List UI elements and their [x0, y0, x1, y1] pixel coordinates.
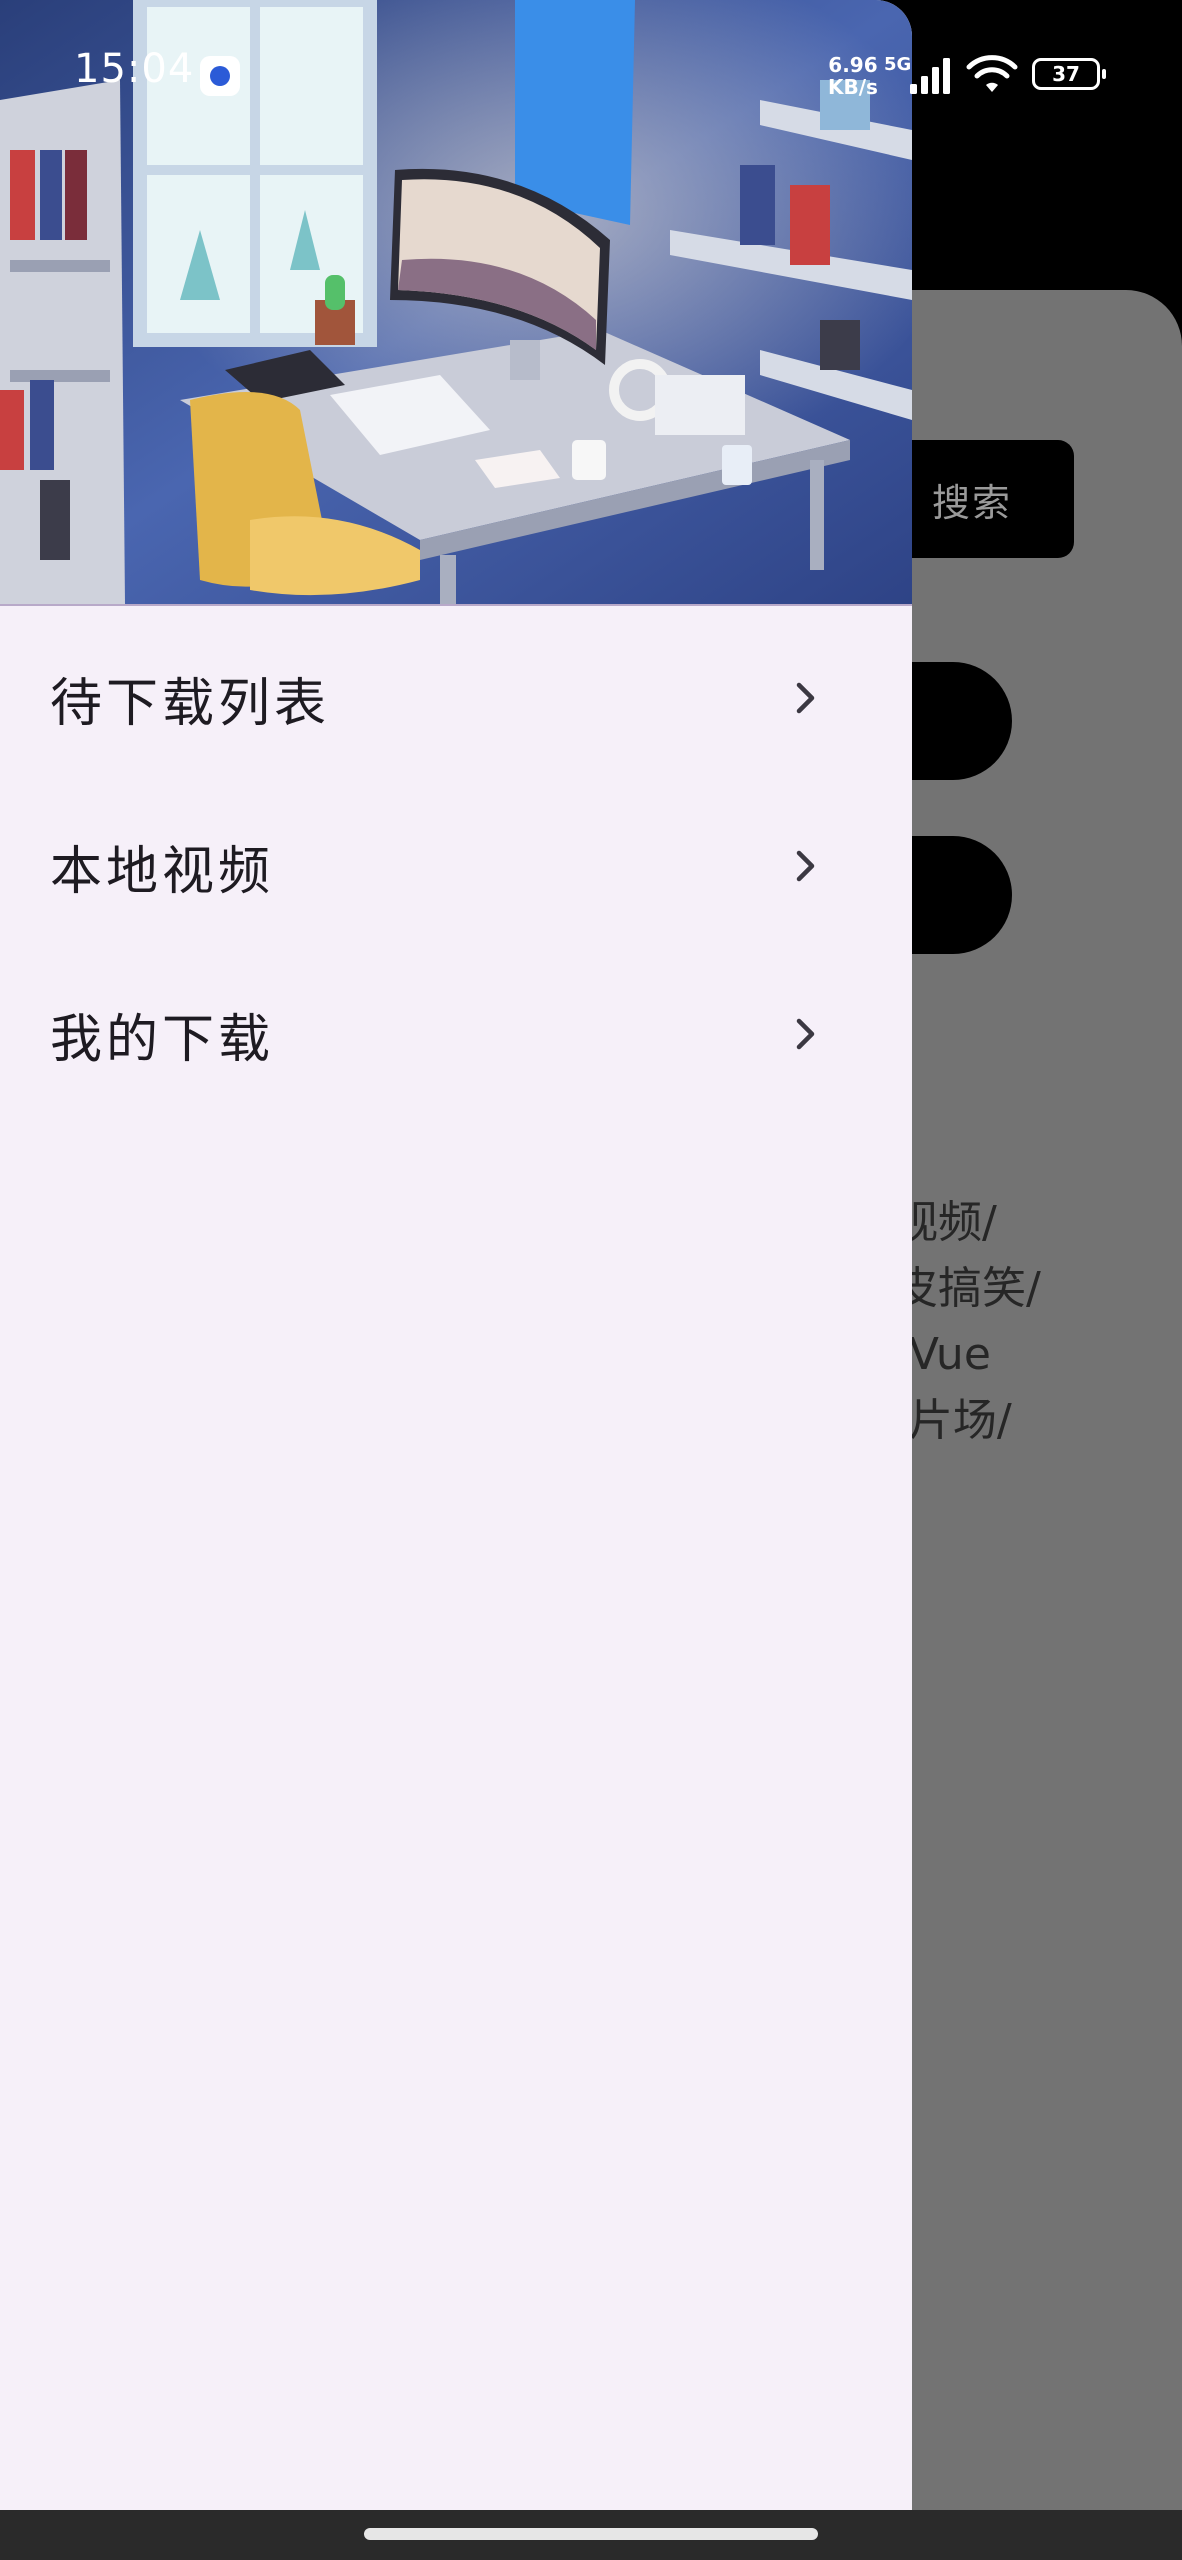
menu-item-label: 我的下载 — [50, 1009, 275, 1070]
chevron-right-icon — [796, 850, 815, 882]
menu-item-label: 本地视频 — [50, 841, 275, 902]
navigation-drawer: 待下载列表 本地视频 我的下载 — [0, 0, 912, 2510]
drawer-menu: 待下载列表 本地视频 我的下载 — [0, 614, 912, 1118]
navigation-bar — [0, 2510, 1182, 2560]
header-divider — [0, 604, 912, 606]
menu-item-download-queue[interactable]: 待下载列表 — [0, 614, 912, 782]
menu-item-local-videos[interactable]: 本地视频 — [0, 782, 912, 950]
menu-item-my-downloads[interactable]: 我的下载 — [0, 950, 912, 1118]
menu-item-label: 待下载列表 — [50, 673, 331, 734]
home-indicator[interactable] — [364, 2528, 818, 2540]
chevron-right-icon — [796, 682, 815, 714]
chevron-right-icon — [796, 1018, 815, 1050]
drawer-header-illustration — [0, 0, 912, 604]
search-button-label: 搜索 — [931, 480, 1012, 525]
